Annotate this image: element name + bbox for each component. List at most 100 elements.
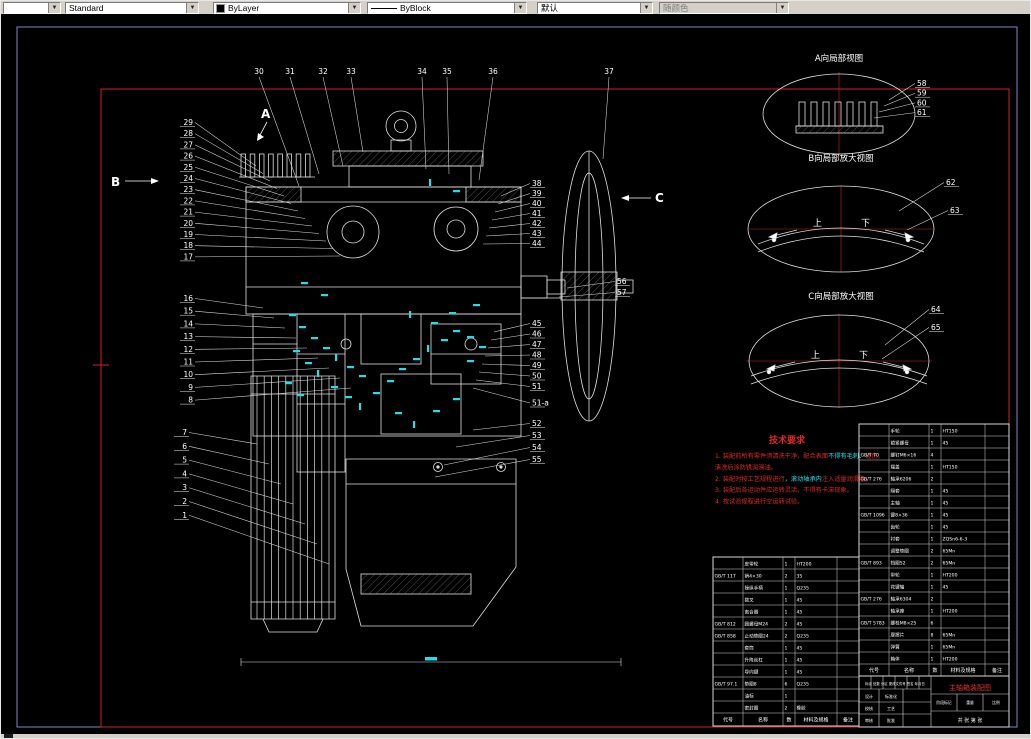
bom-header-cell: 名称 [904,667,914,674]
bom-cell: 1 [785,694,788,700]
callout-number: 63 [950,206,960,215]
bom-cell: 升降丝杠 [745,657,764,664]
bom-cell: Q235 [797,682,809,688]
callout-number: 44 [532,239,542,248]
bom-cell: GB/T 276 [861,477,882,483]
bom-cell: 锁紧螺母 [891,440,910,447]
bom-cell: 皮带轮 [745,561,759,568]
bom-header-cell: 备注 [992,667,1002,674]
drawing-canvas[interactable]: A B C A向局部视图 B向局部放大视图 上 下 C向局部放大视图 上 下 技… [1,14,1031,734]
title-block-field-label: 重量 [966,700,974,705]
arrow-icon [904,232,915,240]
leader-line [188,473,294,505]
callout-number: 57 [617,288,627,297]
leader-line [487,344,531,349]
bom-cell: 1 [785,670,788,676]
bom-cell: 65Mn [943,549,956,555]
leader-line [194,377,341,388]
view-label-a: A [261,107,271,121]
bom-header-cell: 材料及规格 [803,717,828,724]
callout-number: 48 [532,351,542,360]
chevron-down-icon[interactable]: ▼ [348,3,360,13]
callout-number: 3 [182,483,187,492]
callout-number: 35 [442,67,452,76]
bom-cell: 垫圈8 [745,681,757,688]
toolbar: ▼ Standard ▼ ByLayer ▼ ByBlock ▼ 默认 ▼ 随颜… [1,1,1030,15]
drawing-viewport[interactable]: A B C A向局部视图 B向局部放大视图 上 下 C向局部放大视图 上 下 技… [1,14,1031,734]
callout-number: 6 [182,442,187,451]
output-shaft [520,275,548,299]
status-bar [1,734,1030,738]
color-combo[interactable]: ByLayer ▼ [213,2,361,14]
callout-number: 8 [188,396,193,405]
bom-cell: 35 [797,574,803,580]
chevron-down-icon[interactable]: ▼ [48,3,60,13]
leader-line [194,167,285,197]
bom-cell: 圆螺母M24 [745,621,769,628]
bom-cell: 主轴 [891,500,901,507]
direction-label-down: 下 [861,219,870,229]
callout-number: 32 [318,67,328,76]
callout-number: 41 [532,209,542,218]
bom-cell: 螺钉M6×16 [891,452,917,459]
ime-indicator-icon [4,734,13,738]
sheet-count-label: 共 张 第 张 [958,717,983,724]
text-style-combo[interactable]: Standard ▼ [65,2,199,14]
callout-number: 29 [183,118,193,127]
bom-cell: 密封圈 [745,705,759,712]
leader-line [194,310,275,319]
chevron-down-icon[interactable]: ▼ [640,3,652,13]
bom-cell: 带轮 [891,572,901,579]
callout-number: 5 [182,456,187,465]
callout-number: 51 [532,382,542,391]
bom-cell: 2 [785,634,788,640]
callout-number: 21 [183,208,193,217]
chevron-down-icon[interactable]: ▼ [514,3,526,13]
linetype-combo[interactable]: ByBlock ▼ [367,2,527,14]
bom-cell: 2 [785,706,788,712]
callout-number: 25 [183,163,193,172]
callout-number: 1 [182,511,187,520]
tech-requirement-line: 4. 按试验规程进行空运转试验。 [715,498,803,506]
bom-cell: GB/T 276 [861,597,882,603]
leader-line [194,323,286,329]
bom-cell: 2 [785,574,788,580]
bom-cell: 2 [931,549,934,555]
title-block-field-label: 比例 [992,700,1000,705]
bom-header-cell: 数 [932,667,937,674]
callout-number: 64 [931,305,941,314]
bom-cell: 45 [797,646,803,652]
top-cover [332,150,484,167]
plotstyle-value: 随颜色 [663,3,689,13]
bom-cell: HT200 [943,573,958,579]
bom-cell: HT200 [943,657,958,663]
leader-line [493,323,531,333]
view-label-c: C [655,191,664,205]
callout-number: 26 [183,152,193,161]
layer-combo[interactable]: ▼ [3,2,61,14]
arrow-icon [621,195,629,201]
callout-number: 51-a [532,399,549,408]
callout-group: 64 65 [881,305,944,360]
leader-line [472,423,531,431]
bom-cell: 45 [943,489,949,495]
chevron-down-icon[interactable]: ▼ [186,3,198,13]
bom-cell: 1 [785,562,788,568]
callout-number: 39 [532,189,542,198]
pulley-grooves [256,376,330,619]
bom-cell: 油标 [745,693,755,700]
leader-line [188,515,330,565]
bom-cell: 销4×30 [745,573,762,580]
direction-label-up: 上 [813,218,822,229]
bom-cell: 1 [931,501,934,507]
eyebolt [385,110,417,142]
callout-number: 23 [183,185,193,194]
bom-cell: 45 [797,622,803,628]
leader-line [884,309,930,346]
leader-line [194,298,264,309]
bom-cell: 轴承座 [891,608,905,615]
bom-cell: 6 [931,621,934,627]
title-block-role-label: 设计 [865,693,873,699]
lineweight-combo[interactable]: 默认 ▼ [537,2,653,14]
bom-cell: 弹簧 [891,644,901,651]
